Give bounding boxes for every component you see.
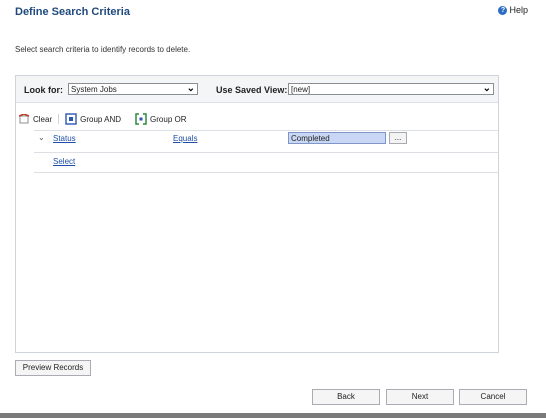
group-or-label: Group OR	[150, 114, 187, 124]
clear-button[interactable]: Clear	[19, 114, 52, 124]
row-divider	[34, 172, 498, 173]
preview-records-button[interactable]: Preview Records	[15, 360, 91, 376]
help-label: Help	[509, 5, 528, 15]
cancel-button[interactable]: Cancel	[459, 389, 527, 405]
toolbar-divider	[58, 114, 60, 124]
clear-icon	[19, 114, 30, 124]
select-field-link[interactable]: Select	[53, 157, 75, 166]
group-and-icon	[65, 113, 77, 125]
collapse-chevron-icon[interactable]: ⌄	[38, 133, 45, 142]
criteria-value-field[interactable]: Completed	[288, 132, 386, 144]
window-bottom-border	[0, 413, 546, 418]
group-or-button[interactable]: Group OR	[135, 113, 187, 125]
back-button[interactable]: Back	[312, 389, 380, 405]
group-and-button[interactable]: Group AND	[65, 113, 121, 125]
saved-view-value: [new]	[291, 85, 311, 94]
chevron-down-icon: ⌄	[186, 83, 195, 94]
row-divider	[34, 152, 498, 153]
criteria-toolbar: Clear Group AND Group OR	[16, 112, 498, 126]
clear-label: Clear	[33, 114, 53, 124]
lookup-bar: Look for: System Jobs ⌄ Use Saved View: …	[16, 76, 498, 103]
help-link[interactable]: ? Help	[498, 5, 528, 15]
page-title: Define Search Criteria	[15, 6, 130, 18]
criteria-operator-link[interactable]: Equals	[173, 134, 197, 143]
saved-view-label: Use Saved View:	[216, 85, 288, 95]
row-divider	[34, 130, 498, 131]
group-and-label: Group AND	[80, 114, 122, 124]
lookup-ellipsis-button[interactable]: ...	[389, 132, 407, 144]
look-for-value: System Jobs	[71, 85, 117, 94]
saved-view-select[interactable]: [new] ⌄	[288, 83, 494, 95]
look-for-label: Look for:	[24, 85, 63, 95]
criteria-field-link[interactable]: Status	[53, 134, 76, 143]
chevron-down-icon: ⌄	[482, 83, 491, 94]
help-icon: ?	[498, 5, 508, 15]
criteria-panel: Look for: System Jobs ⌄ Use Saved View: …	[15, 75, 499, 353]
instructions-text: Select search criteria to identify recor…	[15, 45, 191, 54]
group-or-icon	[135, 113, 147, 125]
next-button[interactable]: Next	[386, 389, 454, 405]
look-for-select[interactable]: System Jobs ⌄	[68, 83, 198, 95]
